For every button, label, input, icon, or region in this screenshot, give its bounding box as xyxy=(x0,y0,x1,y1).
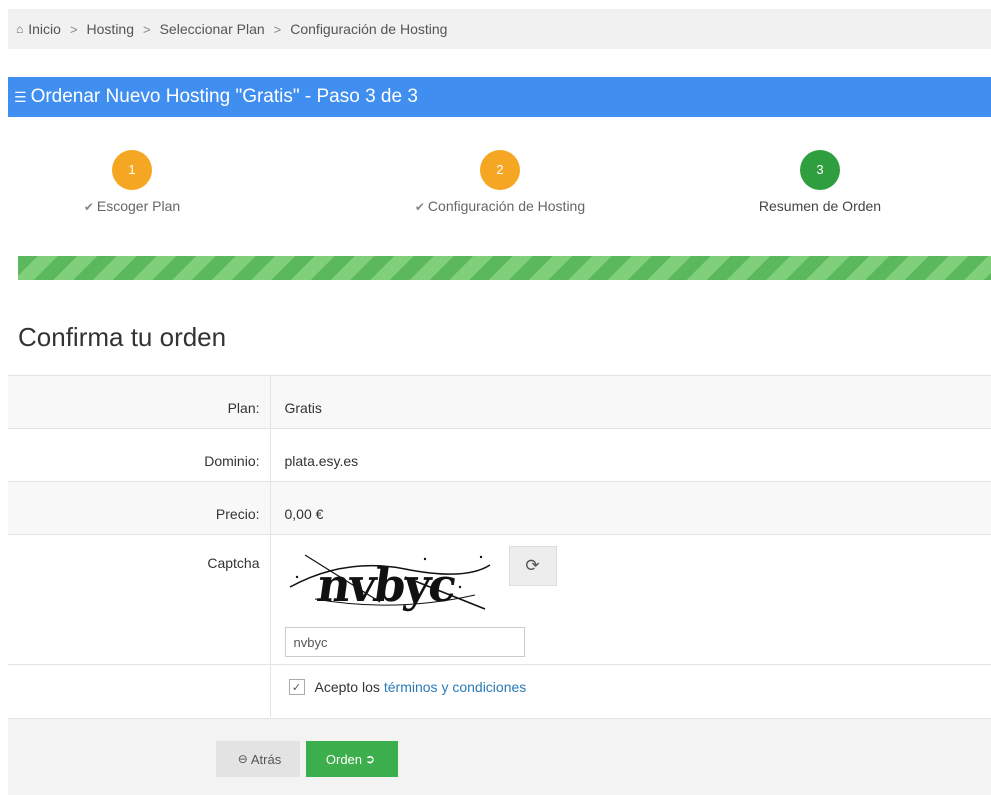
table-row: ✓ Acepto los términos y condiciones xyxy=(8,664,991,717)
menu-icon: ☰ xyxy=(14,88,27,105)
panel-header: ☰ Ordenar Nuevo Hosting "Gratis" - Paso … xyxy=(8,77,991,117)
confirm-title: Confirma tu orden xyxy=(18,322,227,352)
table-row: Captcha nvbyc ⟳ xyxy=(8,534,991,665)
captcha-input[interactable] xyxy=(284,627,525,657)
step-label: Escoger Plan xyxy=(96,198,181,214)
order-steps: 1 ✔ Escoger Plan 2 ✔ Configuración de Host… xyxy=(8,150,991,230)
circle-arrow-left-icon: ⊖ xyxy=(237,752,248,766)
breadcrumb-item-seleccionar-plan[interactable]: Seleccionar Plan xyxy=(160,21,265,37)
plan-label: Plan: xyxy=(8,375,271,429)
step-resumen-orden: 3 Resumen de Orden xyxy=(700,150,940,214)
breadcrumb-separator: > xyxy=(273,21,282,37)
home-icon: ⌂ xyxy=(16,22,24,36)
domain-label: Dominio: xyxy=(8,428,271,482)
breadcrumb-item-inicio[interactable]: Inicio xyxy=(28,21,61,37)
step-label: Configuración de Hosting xyxy=(427,198,586,214)
table-row: Precio: 0,00 € xyxy=(8,481,991,535)
price-label: Precio: xyxy=(8,481,271,535)
check-icon: ✓ xyxy=(291,681,302,694)
domain-value: plata.esy.es xyxy=(270,428,991,482)
step-configuracion-hosting: 2 ✔ Configuración de Hosting xyxy=(380,150,620,214)
order-button[interactable]: Orden ➲ xyxy=(306,741,398,777)
terms-label-cell xyxy=(8,664,271,717)
back-button-label: Atrás xyxy=(250,751,282,767)
captcha-image: nvbyc xyxy=(284,547,495,615)
breadcrumb: ⌂ Inicio > Hosting > Seleccionar Plan > … xyxy=(8,9,991,49)
panel-title: Ordenar Nuevo Hosting "Gratis" - Paso 3 … xyxy=(30,86,418,107)
breadcrumb-separator: > xyxy=(143,21,151,37)
price-value: 0,00 € xyxy=(270,481,991,535)
breadcrumb-separator: > xyxy=(69,21,78,37)
captcha-text: nvbyc xyxy=(313,558,458,612)
refresh-icon: ⟳ xyxy=(525,556,540,575)
plan-value: Gratis xyxy=(270,375,991,429)
step-label: Resumen de Orden xyxy=(758,198,882,214)
terms-text: Acepto los xyxy=(314,679,380,695)
table-row: Plan: Gratis xyxy=(8,375,991,429)
table-row: Dominio: plata.esy.es xyxy=(8,428,991,482)
step-escoger-plan: 1 ✔ Escoger Plan xyxy=(12,150,252,214)
progress-bar xyxy=(18,256,991,280)
step-number-badge: 3 xyxy=(800,150,840,190)
circle-arrow-right-icon: ➲ xyxy=(365,752,376,766)
check-icon: ✔ xyxy=(414,200,425,214)
refresh-captcha-button[interactable]: ⟳ xyxy=(508,546,557,586)
breadcrumb-item-configuracion: Configuración de Hosting xyxy=(290,21,448,37)
form-footer: ⊖ Atrás Orden ➲ xyxy=(8,718,991,795)
back-button[interactable]: ⊖ Atrás xyxy=(216,741,300,777)
check-icon: ✔ xyxy=(83,200,94,214)
terms-checkbox[interactable]: ✓ xyxy=(288,679,305,695)
captcha-label: Captcha xyxy=(8,534,271,665)
step-number-badge: 1 xyxy=(112,150,152,190)
step-number-badge: 2 xyxy=(480,150,520,190)
breadcrumb-item-hosting[interactable]: Hosting xyxy=(87,21,134,37)
terms-link[interactable]: términos y condiciones xyxy=(384,679,526,695)
order-button-label: Orden xyxy=(325,751,363,767)
order-summary-table: Plan: Gratis Dominio: plata.esy.es Preci… xyxy=(8,375,991,717)
